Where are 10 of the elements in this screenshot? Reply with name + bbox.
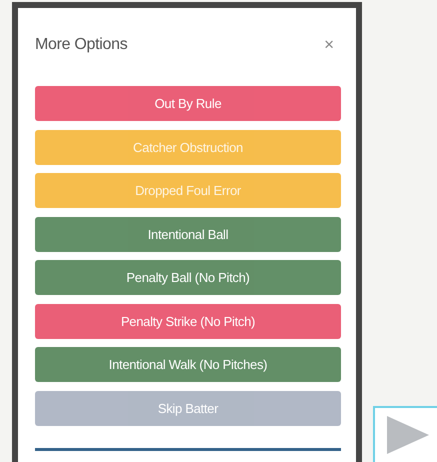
play-button[interactable]	[373, 406, 437, 462]
option-button[interactable]: Skip Batter	[35, 390, 341, 426]
option-button[interactable]: Intentional Ball	[35, 216, 341, 252]
option-button[interactable]: Penalty Ball (No Pitch)	[35, 260, 341, 295]
option-button[interactable]: Intentional Walk (No Pitches)	[35, 347, 341, 382]
dialog-title: More Options	[35, 36, 128, 54]
close-button[interactable]: ×	[324, 35, 334, 55]
option-button[interactable]: Out By Rule	[35, 86, 341, 121]
play-icon	[386, 415, 430, 455]
option-button[interactable]: Penalty Strike (No Pitch)	[35, 304, 341, 338]
